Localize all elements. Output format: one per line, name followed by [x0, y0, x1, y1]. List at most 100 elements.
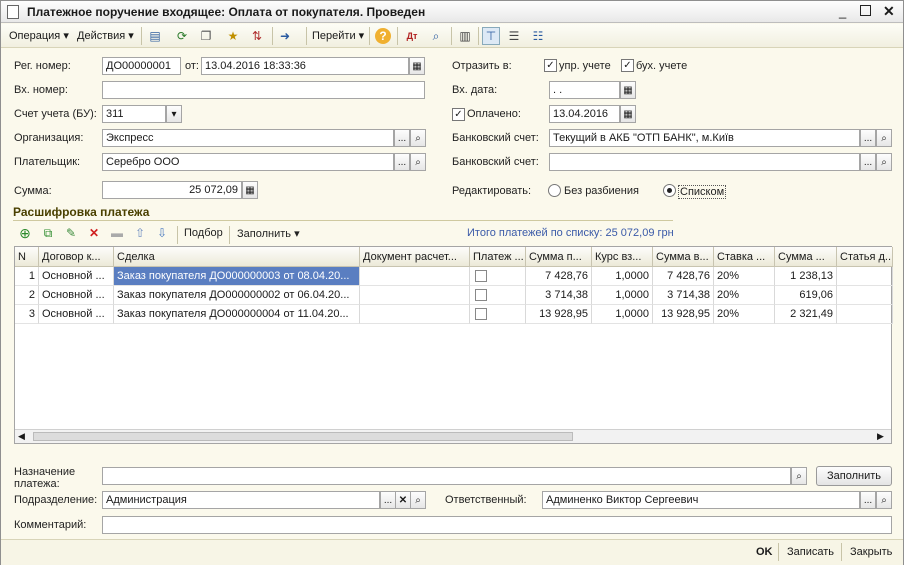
column-header[interactable]: Сделка: [114, 247, 360, 267]
minimize-icon[interactable]: _: [839, 4, 846, 19]
select-ellipsis-icon[interactable]: ...: [860, 129, 876, 147]
ok-button[interactable]: OK: [756, 546, 773, 558]
payment-checkbox-cell[interactable]: [470, 305, 526, 324]
in-number-field[interactable]: [102, 81, 425, 99]
select-ellipsis-icon[interactable]: ...: [394, 129, 410, 147]
column-header[interactable]: N: [15, 247, 39, 267]
table-cell[interactable]: 2: [15, 286, 39, 305]
refresh-icon[interactable]: ⟳: [173, 27, 191, 45]
table-cell[interactable]: 20%: [714, 305, 775, 324]
actions-menu[interactable]: Действия ▾: [77, 29, 134, 42]
select-ellipsis-icon[interactable]: ...: [394, 153, 410, 171]
column-header[interactable]: Ставка ...: [714, 247, 775, 267]
table-cell[interactable]: 3 714,38: [653, 286, 714, 305]
table-cell[interactable]: 619,06: [775, 286, 837, 305]
fill-purpose-button[interactable]: Заполнить: [816, 466, 892, 486]
table-cell[interactable]: 3: [15, 305, 39, 324]
column-header[interactable]: Сумма в...: [653, 247, 714, 267]
column-header[interactable]: Сумма ...: [775, 247, 837, 267]
close-button[interactable]: Закрыть: [850, 546, 892, 558]
table-cell[interactable]: [837, 305, 893, 324]
close-icon[interactable]: ✕: [883, 3, 895, 20]
help-icon[interactable]: ?: [375, 28, 391, 44]
accounting-checkbox[interactable]: ✓: [621, 59, 634, 72]
row-checkbox[interactable]: [475, 308, 487, 320]
goto-arrow-icon[interactable]: ➜: [276, 27, 294, 45]
fill-menu[interactable]: Заполнить ▾: [237, 227, 300, 240]
table-cell[interactable]: [360, 305, 470, 324]
comment-field[interactable]: [102, 516, 892, 534]
payment-checkbox-cell[interactable]: [470, 286, 526, 305]
calendar-icon[interactable]: ▦: [620, 105, 636, 123]
move-down-icon[interactable]: ⇩: [153, 224, 171, 242]
table-cell[interactable]: 13 928,95: [526, 305, 592, 324]
copy-row-icon[interactable]: ⧉: [39, 224, 57, 242]
in-date-field[interactable]: . .: [549, 81, 620, 99]
search-icon[interactable]: ⌕: [876, 153, 892, 171]
table-cell[interactable]: Заказ покупателя ДО000000002 от 06.04.20…: [114, 286, 360, 305]
column-header[interactable]: Документ расчет...: [360, 247, 470, 267]
table-cell[interactable]: 1,0000: [592, 267, 653, 286]
save-button[interactable]: Записать: [787, 546, 834, 558]
select-ellipsis-icon[interactable]: ...: [380, 491, 396, 509]
column-header[interactable]: Курс вз...: [592, 247, 653, 267]
calendar-icon[interactable]: ▦: [409, 57, 425, 75]
table-cell[interactable]: Заказ покупателя ДО000000003 от 08.04.20…: [114, 267, 360, 286]
list-mode-radio[interactable]: [663, 184, 676, 197]
add-row-icon[interactable]: ⊕: [16, 224, 34, 242]
bank-account-field[interactable]: Текущий в АКБ "ОТП БАНК", м.Київ: [549, 129, 860, 147]
select-ellipsis-icon[interactable]: ...: [860, 153, 876, 171]
column-header[interactable]: Сумма п...: [526, 247, 592, 267]
reg-number-field[interactable]: ДО00000001: [102, 57, 181, 75]
list-icon[interactable]: ☰: [505, 27, 523, 45]
no-split-radio[interactable]: [548, 184, 561, 197]
table-cell[interactable]: Заказ покупателя ДО000000004 от 11.04.20…: [114, 305, 360, 324]
horizontal-scrollbar[interactable]: ◀ ▶: [15, 429, 891, 443]
calculator-icon[interactable]: ▦: [242, 181, 258, 199]
table-cell[interactable]: 13 928,95: [653, 305, 714, 324]
column-header[interactable]: Платеж ...: [470, 247, 526, 267]
operation-menu[interactable]: Операция ▾: [9, 29, 69, 42]
mgmt-accounting-checkbox[interactable]: ✓: [544, 59, 557, 72]
table-cell[interactable]: 7 428,76: [526, 267, 592, 286]
chevron-down-icon[interactable]: ▾: [166, 105, 182, 123]
payer-field[interactable]: Серебро ООО: [102, 153, 394, 171]
select-ellipsis-icon[interactable]: ...: [860, 491, 876, 509]
search-icon[interactable]: ⌕: [876, 129, 892, 147]
table-cell[interactable]: 1 238,13: [775, 267, 837, 286]
date-field[interactable]: 13.04.2016 18:33:36: [201, 57, 409, 75]
generate-icon[interactable]: ★: [224, 27, 242, 45]
search-icon[interactable]: ⌕: [410, 153, 426, 171]
table-cell[interactable]: Основной ...: [39, 286, 114, 305]
table-cell[interactable]: 1,0000: [592, 286, 653, 305]
row-checkbox[interactable]: [475, 289, 487, 301]
table-cell[interactable]: 7 428,76: [653, 267, 714, 286]
calendar-icon[interactable]: ▦: [620, 81, 636, 99]
table-cell[interactable]: 2 321,49: [775, 305, 837, 324]
table-cell[interactable]: 20%: [714, 267, 775, 286]
tree-icon[interactable]: ⊤: [482, 27, 500, 45]
table-cell[interactable]: Основной ...: [39, 267, 114, 286]
search-icon[interactable]: ⌕: [876, 491, 892, 509]
paid-date-field[interactable]: 13.04.2016: [549, 105, 620, 123]
structure-icon[interactable]: ⇅: [248, 27, 266, 45]
delete-row-icon[interactable]: ✕: [85, 224, 103, 242]
department-field[interactable]: Администрация: [102, 491, 380, 509]
search-doc-icon[interactable]: ⌕: [427, 27, 445, 45]
column-header[interactable]: Договор к...: [39, 247, 114, 267]
edit-row-icon[interactable]: ✎: [62, 224, 80, 242]
post-icon[interactable]: ▤: [146, 27, 164, 45]
table-cell[interactable]: [837, 267, 893, 286]
table-cell[interactable]: [360, 286, 470, 305]
copy-icon[interactable]: ❐: [197, 27, 215, 45]
search-icon[interactable]: ⌕: [791, 467, 807, 485]
goto-menu[interactable]: Перейти ▾: [312, 29, 364, 42]
paid-checkbox[interactable]: ✓: [452, 108, 465, 121]
table-cell[interactable]: 1,0000: [592, 305, 653, 324]
maximize-icon[interactable]: [860, 5, 871, 16]
pick-button[interactable]: Подбор: [184, 227, 223, 239]
table-cell[interactable]: Основной ...: [39, 305, 114, 324]
sum-field[interactable]: 25 072,09: [102, 181, 242, 199]
dt-kt-icon[interactable]: Дт: [403, 27, 421, 45]
end-edit-icon[interactable]: ▬: [108, 224, 126, 242]
